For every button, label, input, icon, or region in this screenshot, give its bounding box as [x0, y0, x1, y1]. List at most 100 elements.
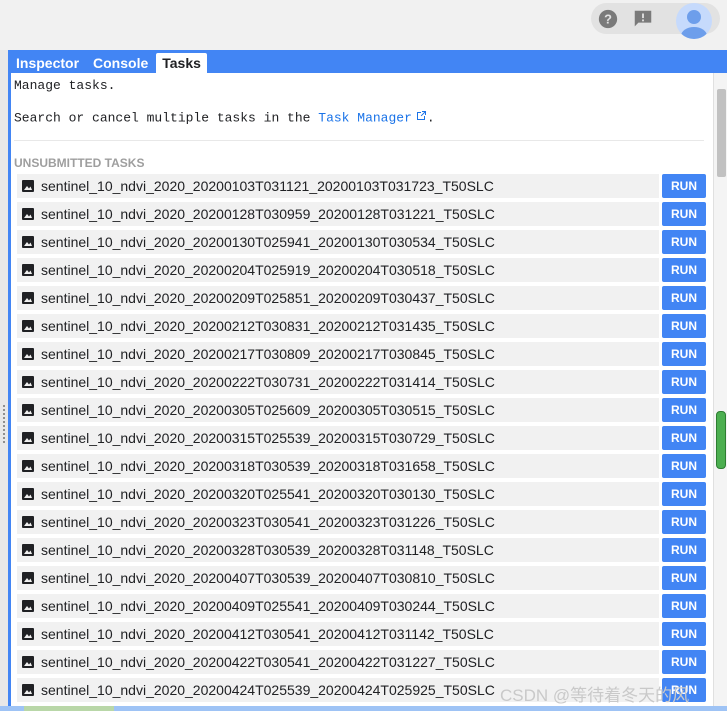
task-name: sentinel_10_ndvi_2020_20200412T030541_20…: [41, 626, 494, 642]
unsubmitted-tasks-heading: UNSUBMITTED TASKS: [14, 156, 145, 170]
task-row: sentinel_10_ndvi_2020_20200103T031121_20…: [17, 174, 706, 198]
search-prefix: Search or cancel multiple tasks in the: [14, 110, 311, 126]
run-button[interactable]: RUN: [662, 594, 706, 618]
task-name: sentinel_10_ndvi_2020_20200318T030539_20…: [41, 458, 495, 474]
panel-tabs: Inspector Console Tasks: [10, 53, 207, 73]
task-name: sentinel_10_ndvi_2020_20200315T025539_20…: [41, 430, 495, 446]
run-button[interactable]: RUN: [662, 510, 706, 534]
task-row: sentinel_10_ndvi_2020_20200323T030541_20…: [17, 510, 706, 534]
scroll-position-indicator: [716, 411, 726, 469]
top-bar: ?: [0, 0, 727, 48]
help-circle-icon[interactable]: ?: [596, 7, 620, 31]
task-row: sentinel_10_ndvi_2020_20200130T025941_20…: [17, 230, 706, 254]
scroll-thumb[interactable]: [717, 89, 726, 177]
image-icon: [21, 347, 35, 361]
image-icon: [21, 235, 35, 249]
task-row: sentinel_10_ndvi_2020_20200409T025541_20…: [17, 594, 706, 618]
run-button[interactable]: RUN: [662, 174, 706, 198]
run-button[interactable]: RUN: [662, 482, 706, 506]
svg-text:?: ?: [604, 12, 612, 27]
task-name: sentinel_10_ndvi_2020_20200212T030831_20…: [41, 318, 495, 334]
image-icon: [21, 515, 35, 529]
image-icon: [21, 459, 35, 473]
task-name: sentinel_10_ndvi_2020_20200128T030959_20…: [41, 206, 495, 222]
external-link-icon[interactable]: [415, 110, 427, 126]
run-button[interactable]: RUN: [662, 398, 706, 422]
run-button[interactable]: RUN: [662, 286, 706, 310]
run-button[interactable]: RUN: [662, 370, 706, 394]
task-row: sentinel_10_ndvi_2020_20200217T030809_20…: [17, 342, 706, 366]
image-icon: [21, 543, 35, 557]
search-suffix: .: [426, 110, 435, 126]
tasks-content: Manage tasks. Search or cancel multiple …: [11, 73, 727, 711]
run-button[interactable]: RUN: [662, 202, 706, 226]
tab-tasks[interactable]: Tasks: [156, 53, 207, 73]
task-name: sentinel_10_ndvi_2020_20200407T030539_20…: [41, 570, 495, 586]
search-tasks-text: Search or cancel multiple tasks in the T…: [14, 110, 435, 126]
divider: [14, 140, 704, 141]
run-button[interactable]: RUN: [662, 650, 706, 674]
image-icon: [21, 683, 35, 697]
image-icon: [21, 375, 35, 389]
run-button[interactable]: RUN: [662, 342, 706, 366]
task-name: sentinel_10_ndvi_2020_20200217T030809_20…: [41, 346, 495, 362]
task-row: sentinel_10_ndvi_2020_20200212T030831_20…: [17, 314, 706, 338]
task-row: sentinel_10_ndvi_2020_20200320T025541_20…: [17, 482, 706, 506]
task-name: sentinel_10_ndvi_2020_20200409T025541_20…: [41, 598, 495, 614]
task-name: sentinel_10_ndvi_2020_20200424T025539_20…: [41, 682, 495, 698]
task-name: sentinel_10_ndvi_2020_20200305T025609_20…: [41, 402, 495, 418]
task-list: sentinel_10_ndvi_2020_20200103T031121_20…: [17, 174, 707, 706]
image-icon: [21, 571, 35, 585]
image-icon: [21, 403, 35, 417]
run-button[interactable]: RUN: [662, 426, 706, 450]
run-button[interactable]: RUN: [662, 230, 706, 254]
task-row: sentinel_10_ndvi_2020_20200407T030539_20…: [17, 566, 706, 590]
task-row: sentinel_10_ndvi_2020_20200328T030539_20…: [17, 538, 706, 562]
task-manager-link[interactable]: Task Manager: [318, 110, 412, 125]
image-icon: [21, 627, 35, 641]
task-row: sentinel_10_ndvi_2020_20200209T025851_20…: [17, 286, 706, 310]
task-name: sentinel_10_ndvi_2020_20200323T030541_20…: [41, 514, 495, 530]
manage-tasks-text: Manage tasks.: [14, 78, 116, 93]
scrollbar[interactable]: [713, 73, 727, 711]
image-icon: [21, 655, 35, 669]
feedback-icon[interactable]: [631, 7, 655, 31]
task-row: sentinel_10_ndvi_2020_20200305T025609_20…: [17, 398, 706, 422]
resize-grip-icon[interactable]: [2, 404, 6, 444]
image-icon: [21, 319, 35, 333]
task-name: sentinel_10_ndvi_2020_20200130T025941_20…: [41, 234, 495, 250]
task-row: sentinel_10_ndvi_2020_20200412T030541_20…: [17, 622, 706, 646]
task-name: sentinel_10_ndvi_2020_20200328T030539_20…: [41, 542, 494, 558]
run-button[interactable]: RUN: [662, 314, 706, 338]
tab-inspector[interactable]: Inspector: [10, 53, 85, 73]
run-button[interactable]: RUN: [662, 538, 706, 562]
image-icon: [21, 291, 35, 305]
image-icon: [21, 179, 35, 193]
watermark: CSDN @等待着冬天的风: [500, 686, 690, 705]
image-icon: [21, 263, 35, 277]
map-thumbnail: [24, 706, 114, 711]
task-name: sentinel_10_ndvi_2020_20200204T025919_20…: [41, 262, 495, 278]
tab-console[interactable]: Console: [87, 53, 154, 73]
task-row: sentinel_10_ndvi_2020_20200422T030541_20…: [17, 650, 706, 674]
run-button[interactable]: RUN: [662, 258, 706, 282]
image-icon: [21, 599, 35, 613]
run-button[interactable]: RUN: [662, 454, 706, 478]
task-row: sentinel_10_ndvi_2020_20200315T025539_20…: [17, 426, 706, 450]
task-name: sentinel_10_ndvi_2020_20200222T030731_20…: [41, 374, 495, 390]
user-avatar-icon[interactable]: [676, 3, 712, 39]
task-name: sentinel_10_ndvi_2020_20200422T030541_20…: [41, 654, 495, 670]
task-name: sentinel_10_ndvi_2020_20200209T025851_20…: [41, 290, 495, 306]
run-button[interactable]: RUN: [662, 566, 706, 590]
image-icon: [21, 431, 35, 445]
task-name: sentinel_10_ndvi_2020_20200320T025541_20…: [41, 486, 495, 502]
tasks-panel: Inspector Console Tasks Manage tasks. Se…: [8, 50, 727, 711]
task-name: sentinel_10_ndvi_2020_20200103T031121_20…: [41, 178, 494, 194]
image-icon: [21, 207, 35, 221]
run-button[interactable]: RUN: [662, 622, 706, 646]
task-row: sentinel_10_ndvi_2020_20200318T030539_20…: [17, 454, 706, 478]
task-row: sentinel_10_ndvi_2020_20200128T030959_20…: [17, 202, 706, 226]
image-icon: [21, 487, 35, 501]
task-row: sentinel_10_ndvi_2020_20200204T025919_20…: [17, 258, 706, 282]
task-row: sentinel_10_ndvi_2020_20200222T030731_20…: [17, 370, 706, 394]
